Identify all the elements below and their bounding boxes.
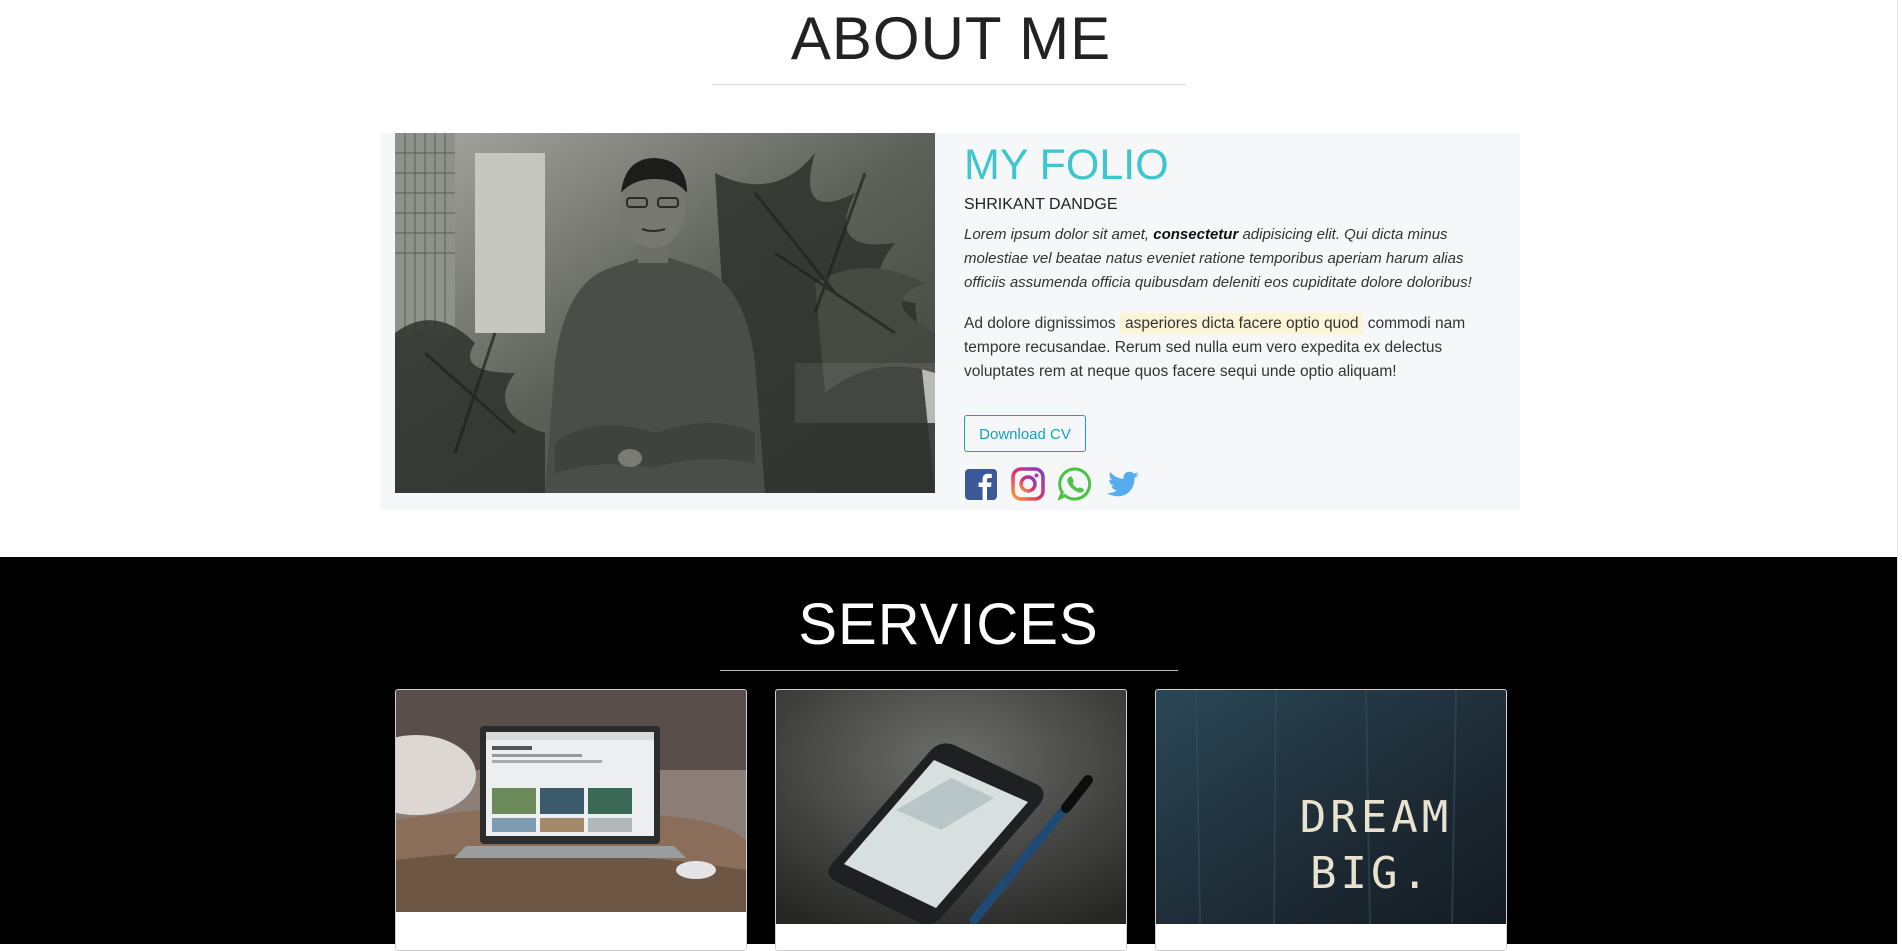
download-cv-button[interactable]: Download CV	[964, 415, 1086, 452]
services-heading: SERVICES	[798, 592, 1099, 657]
instagram-icon[interactable]	[1011, 467, 1045, 501]
svg-text:DREAM: DREAM	[1300, 792, 1452, 843]
folio-title: MY FOLIO	[964, 141, 1169, 189]
services-section: SERVICES DREAM BIG.	[0, 557, 1897, 951]
about-card: MY FOLIO SHRIKANT DANDGE Lorem ipsum dol…	[380, 133, 1520, 510]
detail-text-start: Ad dolore dignissimos	[964, 315, 1120, 332]
dream-big-image: DREAM BIG.	[1156, 690, 1506, 950]
service-card[interactable]	[395, 689, 747, 951]
about-divider	[712, 84, 1186, 85]
about-section: ABOUT ME MY FOLIO SHRIKANT DANDGE Lorem …	[0, 0, 1902, 557]
facebook-icon[interactable]	[964, 467, 998, 501]
intro-text-bold: consectetur	[1153, 226, 1239, 243]
intro-paragraph: Lorem ipsum dolor sit amet, consectetur …	[964, 223, 1504, 295]
intro-text-start: Lorem ipsum dolor sit amet,	[964, 226, 1154, 243]
twitter-icon[interactable]	[1106, 467, 1140, 501]
service-card[interactable]	[775, 689, 1127, 951]
scrollbar-track[interactable]	[1897, 0, 1898, 944]
svg-text:BIG.: BIG.	[1310, 848, 1432, 899]
phone-image	[776, 690, 1126, 950]
laptop-image	[396, 690, 746, 950]
author-name: SHRIKANT DANDGE	[964, 196, 1118, 213]
service-card[interactable]: DREAM BIG.	[1155, 689, 1507, 951]
profile-photo	[395, 133, 935, 493]
services-divider	[720, 670, 1178, 671]
detail-text-highlight: asperiores dicta facere optio quod	[1119, 313, 1364, 334]
whatsapp-icon[interactable]	[1058, 467, 1092, 501]
about-heading: ABOUT ME	[790, 5, 1112, 72]
detail-paragraph: Ad dolore dignissimos asperiores dicta f…	[964, 312, 1504, 384]
